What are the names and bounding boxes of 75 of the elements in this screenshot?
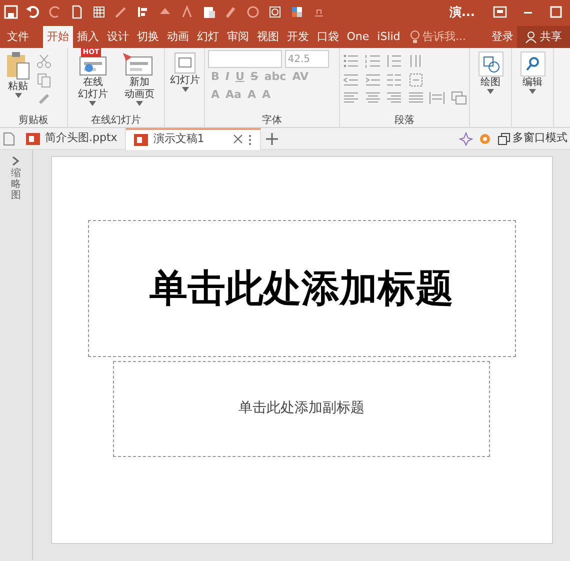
decrease-indent-icon[interactable] bbox=[343, 72, 359, 88]
document-tab[interactable]: 演示文稿1 bbox=[126, 128, 262, 150]
document-tab[interactable]: 简介头图.pptx bbox=[18, 128, 126, 150]
caret-icon bbox=[529, 89, 536, 94]
multi-window-button[interactable]: 多窗口模式 bbox=[498, 130, 568, 147]
presentation-file-icon bbox=[134, 132, 148, 146]
new-slide-button[interactable]: 幻灯片 bbox=[168, 50, 202, 112]
target-icon[interactable] bbox=[267, 4, 283, 20]
numbering-icon[interactable] bbox=[364, 52, 380, 69]
ribbon-button[interactable]: 绘图 bbox=[476, 50, 506, 112]
smartart-icon[interactable] bbox=[450, 90, 466, 106]
title-placeholder[interactable]: 单击此处添加标题 bbox=[88, 220, 516, 356]
ribbon-tab[interactable]: 开始 bbox=[42, 26, 73, 48]
presentation-file-icon bbox=[26, 132, 40, 146]
caret-icon bbox=[136, 101, 143, 106]
bullets-icon[interactable] bbox=[343, 52, 359, 69]
ribbon-tab[interactable]: 动画 bbox=[162, 26, 193, 48]
paste-icon[interactable] bbox=[201, 4, 217, 20]
caret-icon bbox=[14, 93, 22, 98]
sign-in-link[interactable]: 登录 bbox=[487, 26, 518, 48]
ribbon-tab[interactable]: 审阅 bbox=[222, 26, 253, 48]
settings-icon[interactable] bbox=[478, 132, 492, 146]
group-label: 段落 bbox=[394, 114, 416, 128]
layout-icon bbox=[174, 51, 196, 75]
grid-icon[interactable] bbox=[91, 4, 107, 20]
ribbon-display-icon[interactable] bbox=[492, 4, 508, 20]
ribbon-tab[interactable]: 口袋 bbox=[312, 26, 343, 48]
font-name-field[interactable] bbox=[208, 50, 282, 68]
windows-icon bbox=[498, 132, 510, 144]
ribbon-tab[interactable]: 开发 bbox=[282, 26, 313, 48]
more-icon[interactable] bbox=[248, 134, 252, 146]
shapes-icon bbox=[478, 51, 504, 77]
save-icon[interactable] bbox=[3, 4, 19, 20]
thumbnail-pane-label[interactable]: 缩略图 bbox=[11, 168, 21, 202]
expand-icon[interactable] bbox=[12, 156, 20, 166]
paste-button[interactable]: 粘贴 bbox=[3, 50, 33, 112]
ribbon-tab[interactable]: 幻灯 bbox=[192, 26, 223, 48]
caret-icon bbox=[487, 89, 494, 94]
tell-me-field[interactable]: 告诉我... bbox=[422, 28, 466, 46]
ribbon-tab[interactable]: 插入 bbox=[72, 26, 103, 48]
ribbon-button[interactable]: 新加 动画页 bbox=[121, 50, 158, 112]
slide-icon bbox=[123, 51, 156, 77]
ribbon-button[interactable]: 编辑 bbox=[518, 50, 548, 112]
subtitle-placeholder[interactable]: 单击此处添加副标题 bbox=[113, 360, 490, 456]
undo-icon[interactable] bbox=[25, 4, 41, 20]
group-label: 剪贴板 bbox=[18, 114, 50, 128]
increase-indent-icon[interactable] bbox=[364, 72, 380, 88]
clipboard-icon bbox=[5, 51, 31, 81]
sparkle-icon[interactable] bbox=[458, 132, 472, 146]
maximize-icon[interactable] bbox=[548, 4, 564, 20]
share-button[interactable]: 共享 bbox=[517, 26, 570, 48]
copy-icon[interactable] bbox=[36, 72, 52, 88]
caret-icon bbox=[182, 87, 188, 92]
align-text-icon[interactable] bbox=[408, 72, 424, 88]
ribbon-tab[interactable]: 视图 bbox=[252, 26, 283, 48]
caret-icon bbox=[89, 101, 96, 106]
scissors-icon[interactable] bbox=[36, 52, 52, 69]
window-title: 演... bbox=[449, 4, 475, 21]
line-spacing-icon[interactable] bbox=[386, 52, 402, 69]
close-icon[interactable] bbox=[233, 134, 244, 144]
ribbon-tab[interactable]: 文件 bbox=[2, 26, 33, 48]
ribbon-tab[interactable]: 设计 bbox=[102, 26, 133, 48]
distributed-icon[interactable] bbox=[429, 90, 445, 106]
search-icon bbox=[520, 51, 546, 77]
person-icon bbox=[525, 31, 538, 43]
ribbon-tab[interactable]: 切换 bbox=[132, 26, 163, 48]
shape-icon[interactable] bbox=[245, 4, 261, 20]
text-direction-icon[interactable] bbox=[408, 52, 424, 69]
columns-icon[interactable] bbox=[386, 72, 402, 88]
ribbon-tab[interactable]: One bbox=[342, 26, 374, 48]
lightbulb-icon bbox=[410, 30, 420, 44]
color-palette-icon[interactable] bbox=[289, 4, 305, 20]
ribbon-tab[interactable]: iSlid bbox=[373, 26, 404, 48]
group-label: 在线幻灯片 bbox=[90, 114, 142, 128]
group-label: 字体 bbox=[261, 114, 283, 128]
